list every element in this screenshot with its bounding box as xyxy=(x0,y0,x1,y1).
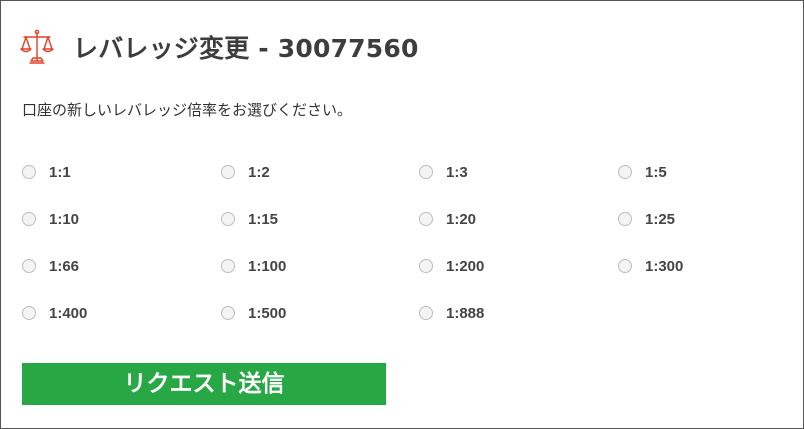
leverage-option[interactable]: 1:20 xyxy=(419,208,476,230)
leverage-option[interactable]: 1:300 xyxy=(618,255,683,277)
leverage-option-label: 1:200 xyxy=(446,257,485,275)
radio-button[interactable] xyxy=(221,165,235,179)
leverage-option[interactable]: 1:5 xyxy=(618,161,667,183)
radio-button[interactable] xyxy=(419,259,433,273)
leverage-option-label: 1:500 xyxy=(248,304,287,322)
leverage-option-label: 1:400 xyxy=(49,304,88,322)
leverage-option-label: 1:15 xyxy=(248,210,279,228)
leverage-option[interactable]: 1:200 xyxy=(419,255,484,277)
leverage-option[interactable]: 1:1 xyxy=(22,161,71,183)
leverage-option-label: 1:2 xyxy=(248,163,270,181)
radio-button[interactable] xyxy=(618,165,632,179)
leverage-option[interactable]: 1:400 xyxy=(22,302,87,324)
leverage-option[interactable]: 1:500 xyxy=(221,302,286,324)
option-row: 1:66 1:100 1:200 1:300 xyxy=(22,255,782,302)
leverage-option-label: 1:100 xyxy=(248,257,287,275)
leverage-change-panel: レバレッジ変更 - 30077560 口座の新しいレバレッジ倍率をお選びください… xyxy=(0,0,804,429)
leverage-options: 1:1 1:2 1:3 1:5 1:10 1:15 1:20 1:25 1:66… xyxy=(22,161,782,349)
leverage-option[interactable]: 1:2 xyxy=(221,161,270,183)
submit-request-button[interactable]: リクエスト送信 xyxy=(22,363,386,405)
leverage-option-label: 1:300 xyxy=(645,257,684,275)
instruction-text: 口座の新しいレバレッジ倍率をお選びください。 xyxy=(22,101,353,119)
option-row: 1:1 1:2 1:3 1:5 xyxy=(22,161,782,208)
scale-icon xyxy=(20,29,54,64)
radio-button[interactable] xyxy=(618,212,632,226)
radio-button[interactable] xyxy=(22,306,36,320)
panel-header: レバレッジ変更 - 30077560 xyxy=(20,27,419,67)
radio-button[interactable] xyxy=(419,165,433,179)
radio-button[interactable] xyxy=(618,259,632,273)
leverage-option-label: 1:1 xyxy=(49,163,71,181)
leverage-option[interactable]: 1:10 xyxy=(22,208,79,230)
option-row: 1:10 1:15 1:20 1:25 xyxy=(22,208,782,255)
radio-button[interactable] xyxy=(221,306,235,320)
leverage-option-label: 1:66 xyxy=(49,257,80,275)
radio-button[interactable] xyxy=(221,259,235,273)
leverage-option[interactable]: 1:25 xyxy=(618,208,675,230)
radio-button[interactable] xyxy=(221,212,235,226)
radio-button[interactable] xyxy=(22,259,36,273)
leverage-option-label: 1:25 xyxy=(645,210,676,228)
radio-button[interactable] xyxy=(22,212,36,226)
radio-button[interactable] xyxy=(22,165,36,179)
leverage-option[interactable]: 1:888 xyxy=(419,302,484,324)
page-title: レバレッジ変更 - 30077560 xyxy=(73,34,419,63)
leverage-option-label: 1:888 xyxy=(446,304,485,322)
leverage-option[interactable]: 1:3 xyxy=(419,161,468,183)
radio-button[interactable] xyxy=(419,212,433,226)
leverage-option-label: 1:3 xyxy=(446,163,468,181)
leverage-option[interactable]: 1:66 xyxy=(22,255,79,277)
leverage-option[interactable]: 1:15 xyxy=(221,208,278,230)
leverage-option-label: 1:20 xyxy=(446,210,477,228)
leverage-option-label: 1:10 xyxy=(49,210,80,228)
leverage-option-label: 1:5 xyxy=(645,163,667,181)
leverage-option[interactable]: 1:100 xyxy=(221,255,286,277)
option-row: 1:400 1:500 1:888 xyxy=(22,302,782,349)
radio-button[interactable] xyxy=(419,306,433,320)
